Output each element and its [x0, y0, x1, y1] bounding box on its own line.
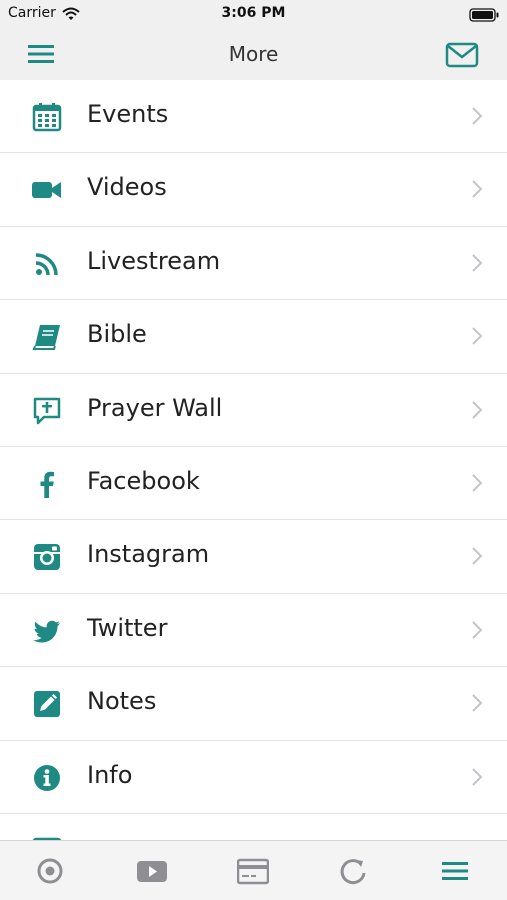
menu-item-bible[interactable]: Bible [0, 300, 507, 374]
battery-icon [469, 7, 499, 26]
instagram-icon [32, 542, 62, 572]
menu-item-instagram[interactable]: Instagram [0, 520, 507, 594]
prayer-bubble-icon [32, 396, 62, 426]
tab-home[interactable] [34, 855, 66, 887]
menu-item-facebook[interactable]: Facebook [0, 447, 507, 521]
chevron-right-icon [472, 767, 483, 786]
menu-item-livestream[interactable]: Livestream [0, 227, 507, 301]
menu-item-label: Bible [87, 320, 147, 349]
tab-refresh[interactable] [337, 855, 369, 887]
refresh-icon [340, 859, 366, 885]
chevron-right-icon [472, 327, 483, 345]
menu-item-info[interactable]: Info [0, 741, 507, 814]
calendar-icon [32, 102, 62, 132]
menu-item-label: Twitter [87, 613, 168, 642]
hamburger-menu-icon [28, 45, 54, 63]
menu-item-notes[interactable]: Notes [0, 667, 507, 741]
menu-item-partial[interactable] [0, 814, 507, 840]
tab-bar [0, 840, 507, 900]
menu-item-prayer-wall[interactable]: Prayer Wall [0, 374, 507, 447]
notes-pencil-icon [32, 689, 62, 719]
menu-item-videos[interactable]: Videos [0, 153, 507, 227]
target-icon [37, 858, 63, 884]
mail-button[interactable] [445, 41, 479, 69]
chevron-right-icon [472, 180, 483, 199]
chevron-right-icon [472, 107, 483, 125]
chevron-right-icon [472, 694, 483, 712]
info-icon [32, 763, 62, 793]
clock-time: 3:06 PM [221, 5, 286, 21]
navigation-bar: More [0, 28, 507, 80]
chevron-right-icon [472, 400, 483, 419]
video-camera-icon [32, 175, 62, 205]
tab-more[interactable] [439, 855, 471, 887]
menu-icon [442, 862, 468, 880]
chevron-right-icon [472, 547, 483, 566]
status-bar: Carrier 3:06 PM [0, 0, 507, 28]
menu-item-label: Facebook [87, 466, 200, 495]
chevron-right-icon [472, 621, 483, 639]
twitter-icon [32, 616, 62, 646]
menu-item-label: Videos [87, 173, 167, 202]
menu-item-events[interactable]: Events [0, 80, 507, 154]
play-video-icon [137, 861, 167, 882]
card-icon [236, 858, 270, 885]
menu-item-label: Notes [87, 687, 157, 716]
facebook-icon [32, 469, 62, 499]
menu-item-label: Livestream [87, 246, 221, 275]
menu-item-label: Prayer Wall [87, 393, 223, 422]
menu-item-label: Events [87, 100, 169, 128]
book-icon [32, 322, 62, 352]
tab-media[interactable] [136, 855, 168, 887]
chevron-right-icon [472, 474, 483, 492]
rss-icon [32, 249, 62, 279]
chevron-right-icon [472, 254, 483, 272]
envelope-icon [445, 42, 479, 68]
hamburger-menu-button[interactable] [26, 40, 56, 68]
page-title: More [228, 42, 279, 66]
menu-item-twitter[interactable]: Twitter [0, 594, 507, 668]
menu-item-label: Info [87, 760, 133, 789]
tab-giving[interactable] [236, 855, 270, 887]
menu-item-label: Instagram [87, 540, 210, 569]
more-menu-list: Events Videos Livestream Bible Prayer Wa… [0, 80, 507, 840]
